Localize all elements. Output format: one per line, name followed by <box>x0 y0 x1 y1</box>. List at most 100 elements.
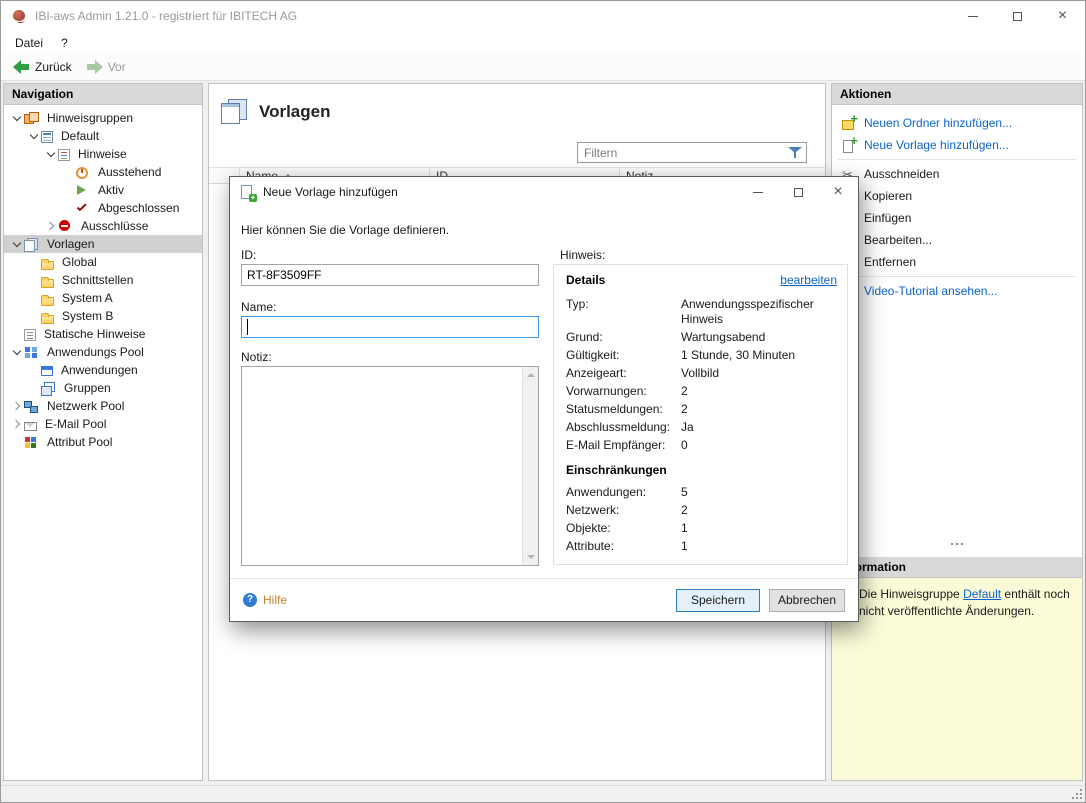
help-icon <box>243 593 257 607</box>
tree-chevron-icon[interactable] <box>10 111 24 125</box>
bearbeiten-link[interactable]: bearbeiten <box>780 273 837 287</box>
restriction-label: Attribute: <box>566 539 681 554</box>
tree-item-label: System B <box>58 309 117 323</box>
restriction-label: Anwendungen: <box>566 485 681 500</box>
note-textarea[interactable] <box>242 367 523 565</box>
dialog-close-button[interactable] <box>818 177 858 207</box>
filter-funnel-icon[interactable] <box>788 146 802 159</box>
tree-item-icon <box>58 220 73 233</box>
back-label: Zurück <box>35 60 72 74</box>
restriction-value: 1 <box>681 521 837 536</box>
action-item[interactable]: Ausschneiden <box>832 163 1082 185</box>
filter-input[interactable] <box>578 143 788 162</box>
tree-chevron-icon[interactable] <box>27 291 41 305</box>
tree-chevron-icon[interactable] <box>44 219 58 233</box>
tree-item[interactable]: Aktiv <box>4 181 202 199</box>
detail-value: Anwendungsspezifischer Hinweis <box>681 297 837 327</box>
dialog-minimize-button[interactable] <box>738 177 778 207</box>
tree-item[interactable]: Global <box>4 253 202 271</box>
menubar: Datei ? <box>1 31 1085 54</box>
tree-chevron-icon[interactable] <box>44 147 58 161</box>
tree-item-label: Hinweise <box>74 147 131 161</box>
detail-row: Anzeigeart: Vollbild <box>566 366 837 381</box>
tree-item[interactable]: Netzwerk Pool <box>4 397 202 415</box>
tree-chevron-icon[interactable] <box>10 345 24 359</box>
tree-item[interactable]: Gruppen <box>4 379 202 397</box>
filter-box[interactable] <box>577 142 807 163</box>
tree-item[interactable]: Anwendungs Pool <box>4 343 202 361</box>
tree-chevron-icon[interactable] <box>10 417 24 431</box>
app-icon <box>11 8 27 24</box>
tree-chevron-icon[interactable] <box>61 201 75 215</box>
action-item[interactable]: Neue Vorlage hinzufügen... <box>832 134 1082 156</box>
tree-item[interactable]: E-Mail Pool <box>4 415 202 433</box>
action-item[interactable]: Kopieren <box>832 185 1082 207</box>
tree-chevron-icon[interactable] <box>10 399 24 413</box>
close-icon <box>1058 8 1067 24</box>
action-item[interactable]: Neuen Ordner hinzufügen... <box>832 112 1082 134</box>
details-panel: Details bearbeiten Typ: Anwendungsspezif… <box>553 264 848 565</box>
save-button[interactable]: Speichern <box>676 589 760 612</box>
restriction-label: Netzwerk: <box>566 503 681 518</box>
tree-item[interactable]: Ausstehend <box>4 163 202 181</box>
tree-chevron-icon[interactable] <box>61 183 75 197</box>
close-button[interactable] <box>1040 1 1085 31</box>
maximize-button[interactable] <box>995 1 1040 31</box>
resize-grip-icon[interactable] <box>1071 788 1082 799</box>
restriction-row: Attribute: 1 <box>566 539 837 554</box>
help-button[interactable]: Hilfe <box>243 593 676 607</box>
tree-item[interactable]: Abgeschlossen <box>4 199 202 217</box>
window-title: IBI-aws Admin 1.21.0 - registriert für I… <box>35 9 297 23</box>
tree-chevron-icon[interactable] <box>27 129 41 143</box>
action-item[interactable]: Video-Tutorial ansehen... <box>832 280 1082 302</box>
menu-datei[interactable]: Datei <box>6 33 52 53</box>
tree-chevron-icon[interactable] <box>27 309 41 323</box>
action-item[interactable]: Bearbeiten... <box>832 229 1082 251</box>
info-panel: Information Die Hinweisgruppe Default en… <box>832 557 1082 780</box>
tree-item[interactable]: Hinweise <box>4 145 202 163</box>
dialog-footer: Hilfe Speichern Abbrechen <box>230 578 858 621</box>
navigation-tree: Hinweisgruppen Default Hinweise <box>4 105 202 451</box>
tree-item[interactable]: Anwendungen <box>4 361 202 379</box>
info-default-link[interactable]: Default <box>963 587 1001 601</box>
tree-item[interactable]: Attribut Pool <box>4 433 202 451</box>
restriction-row: Netzwerk: 2 <box>566 503 837 518</box>
tree-item[interactable]: System B <box>4 307 202 325</box>
tree-item-label: Ausschlüsse <box>77 219 152 233</box>
note-scrollbar[interactable] <box>522 367 538 565</box>
back-button[interactable]: Zurück <box>6 57 79 77</box>
detail-label: Anzeigeart: <box>566 366 681 381</box>
splitter-grip[interactable] <box>832 539 1082 549</box>
action-item[interactable]: Entfernen <box>832 251 1082 273</box>
tree-chevron-icon[interactable] <box>10 237 24 251</box>
tree-chevron-icon[interactable] <box>27 363 41 377</box>
id-input[interactable] <box>241 264 539 286</box>
action-item[interactable]: Einfügen <box>832 207 1082 229</box>
tree-chevron-icon[interactable] <box>27 273 41 287</box>
tree-item[interactable]: Statische Hinweise <box>4 325 202 343</box>
cancel-button[interactable]: Abbrechen <box>769 589 845 612</box>
tree-item[interactable]: Ausschlüsse <box>4 217 202 235</box>
tree-item-icon <box>24 422 37 431</box>
tree-chevron-icon[interactable] <box>10 435 24 449</box>
tree-item[interactable]: Vorlagen <box>4 235 202 253</box>
forward-button[interactable]: Vor <box>79 57 133 77</box>
maximize-icon <box>1013 12 1022 21</box>
tree-item[interactable]: Schnittstellen <box>4 271 202 289</box>
name-input[interactable] <box>241 316 539 338</box>
tree-chevron-icon[interactable] <box>61 165 75 179</box>
minimize-button[interactable] <box>950 1 995 31</box>
actions-panel: Aktionen Neuen Ordner hinzufügen... Neue… <box>831 83 1083 781</box>
dialog-maximize-button[interactable] <box>778 177 818 207</box>
tree-chevron-icon[interactable] <box>27 255 41 269</box>
tree-item-label: Aktiv <box>94 183 128 197</box>
tree-item[interactable]: Hinweisgruppen <box>4 109 202 127</box>
tree-item[interactable]: Default <box>4 127 202 145</box>
menu-help[interactable]: ? <box>52 33 77 53</box>
detail-label: Gültigkeit: <box>566 348 681 363</box>
tree-chevron-icon[interactable] <box>27 381 41 395</box>
detail-label: Typ: <box>566 297 681 327</box>
id-label: ID: <box>241 248 256 262</box>
tree-item[interactable]: System A <box>4 289 202 307</box>
tree-chevron-icon[interactable] <box>10 327 24 341</box>
